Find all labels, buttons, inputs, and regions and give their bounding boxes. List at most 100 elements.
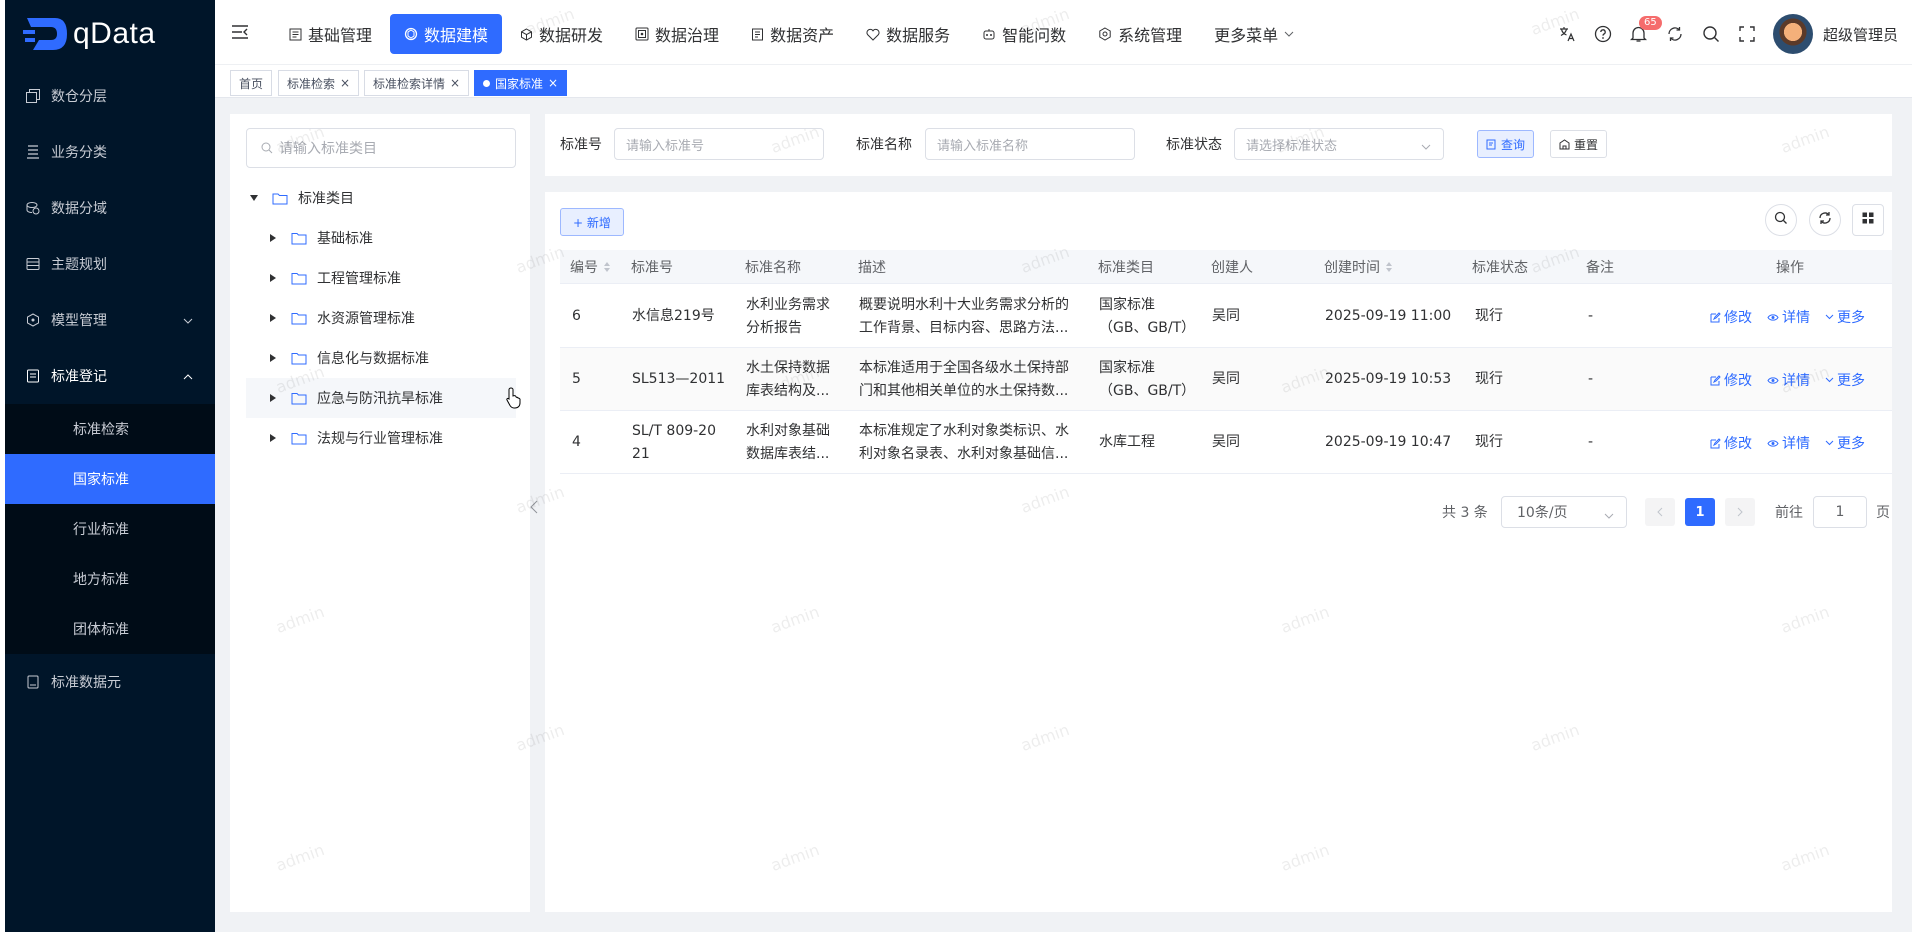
column-label: 备注 <box>1586 260 1614 276</box>
nav-data-governance[interactable]: 数据治理 <box>621 14 733 54</box>
nav-smart-query[interactable]: 智能问数 <box>968 14 1080 54</box>
edit-label: 修改 <box>1724 436 1752 452</box>
fullscreen-icon[interactable] <box>1729 16 1765 52</box>
nav-data-development[interactable]: 数据研发 <box>506 14 617 54</box>
folder-icon <box>291 392 307 405</box>
goto-page-input[interactable]: 1 <box>1813 496 1867 528</box>
table-row[interactable]: 6 水信息219号 水利业务需求分析报告 概要说明水利十大业务需求分析的工作背景… <box>560 285 1892 348</box>
nav-data-assets[interactable]: 数据资产 <box>737 14 848 54</box>
page-number-current[interactable]: 1 <box>1685 498 1715 526</box>
caret-right-icon[interactable] <box>265 433 281 443</box>
query-icon <box>1486 139 1497 150</box>
sort-icon[interactable] <box>1385 261 1393 273</box>
sidebar-item-business-category[interactable]: 业务分类 <box>5 124 215 180</box>
caret-right-icon[interactable] <box>265 313 281 323</box>
tree-node-basic-standard[interactable]: 基础标准 <box>265 218 516 258</box>
next-page-button[interactable] <box>1725 498 1755 526</box>
translate-icon[interactable] <box>1549 16 1585 52</box>
tree-node-regulation-standard[interactable]: 法规与行业管理标准 <box>265 418 516 458</box>
tree-search-input[interactable]: 请输入标准类目 <box>246 128 516 168</box>
code-input[interactable]: 请输入标准号 <box>614 128 824 160</box>
name-input[interactable]: 请输入标准名称 <box>925 128 1135 160</box>
caret-right-icon[interactable] <box>265 233 281 243</box>
sidebar-subitem-industry-standard[interactable]: 行业标准 <box>5 504 215 554</box>
detail-link[interactable]: 详情 <box>1767 370 1810 390</box>
notification-bell-icon[interactable]: 65 <box>1621 16 1662 52</box>
cell-creator: 吴同 <box>1212 371 1240 387</box>
edit-link[interactable]: 修改 <box>1710 370 1752 390</box>
add-button[interactable]: + 新增 <box>560 208 624 236</box>
username[interactable]: 超级管理员 <box>1823 24 1898 45</box>
chevron-down-icon <box>1825 440 1834 446</box>
column-header-id[interactable]: 编号 <box>570 250 611 284</box>
sidebar-item-model-management[interactable]: 模型管理 <box>5 292 215 348</box>
tree-node-water-resource-standard[interactable]: 水资源管理标准 <box>265 298 516 338</box>
chevron-down-icon <box>1825 314 1834 320</box>
table-row[interactable]: 4 SL/T 809-2021 水利对象基础数据库表结... 本标准规定了水利对… <box>560 411 1892 474</box>
caret-right-icon[interactable] <box>265 273 281 283</box>
close-icon[interactable]: × <box>340 76 350 90</box>
close-icon[interactable]: × <box>548 76 558 90</box>
table-row[interactable]: 5 SL513—2011 水土保持数据库表结构及... 本标准适用于全国各级水土… <box>560 348 1892 411</box>
query-button[interactable]: 查询 <box>1477 130 1535 158</box>
sidebar-subitem-national-standard[interactable]: 国家标准 <box>5 454 215 504</box>
chevron-down-icon <box>183 312 193 328</box>
sidebar-item-data-domain[interactable]: 数据分域 <box>5 180 215 236</box>
tree-node-emergency-standard[interactable]: 应急与防汛抗旱标准 <box>246 378 516 418</box>
edit-label: 修改 <box>1724 373 1752 389</box>
more-dropdown[interactable]: 更多 <box>1825 433 1865 453</box>
search-icon[interactable] <box>1693 16 1729 52</box>
sidebar-item-standard-registration[interactable]: 标准登记 <box>5 348 215 404</box>
caret-right-icon[interactable] <box>265 393 281 403</box>
cell-name: 水利业务需求分析报告 <box>746 285 841 348</box>
close-icon[interactable]: × <box>450 76 460 90</box>
reset-button[interactable]: 重置 <box>1550 130 1608 158</box>
sidebar-item-layers[interactable]: 数仓分层 <box>5 68 215 124</box>
nav-more-menu[interactable]: 更多菜单 <box>1200 14 1308 54</box>
eye-icon <box>1767 439 1779 448</box>
avatar[interactable] <box>1772 14 1813 54</box>
caret-right-icon[interactable] <box>265 353 281 363</box>
tab-standard-search-detail[interactable]: 标准检索详情 × <box>364 70 470 96</box>
sidebar-subitem-group-standard[interactable]: 团体标准 <box>5 604 215 654</box>
refresh-table-button[interactable] <box>1809 204 1841 236</box>
nav-system-management[interactable]: 系统管理 <box>1084 14 1196 54</box>
tree-node-engineering-standard[interactable]: 工程管理标准 <box>265 258 516 298</box>
more-dropdown[interactable]: 更多 <box>1825 370 1865 390</box>
active-dot-icon <box>483 79 490 87</box>
status-select[interactable]: 请选择标准状态 <box>1234 128 1444 160</box>
column-header-created-time[interactable]: 创建时间 <box>1324 250 1393 284</box>
sidebar-subitem-local-standard[interactable]: 地方标准 <box>5 554 215 604</box>
cell-status: 现行 <box>1475 371 1503 387</box>
columns-setting-button[interactable] <box>1852 204 1884 236</box>
menu-fold-icon[interactable] <box>231 24 249 44</box>
sort-icon[interactable] <box>603 261 611 273</box>
edit-link[interactable]: 修改 <box>1710 307 1752 327</box>
nav-data-modeling[interactable]: 数据建模 <box>390 14 503 54</box>
tab-standard-search[interactable]: 标准检索 × <box>278 70 360 96</box>
toggle-search-button[interactable] <box>1765 204 1797 236</box>
nav-data-services[interactable]: 数据服务 <box>852 14 964 54</box>
query-label: 查询 <box>1501 137 1526 152</box>
image-icon <box>635 27 649 41</box>
detail-link[interactable]: 详情 <box>1767 307 1810 327</box>
page-size-select[interactable]: 10条/页 <box>1501 496 1627 528</box>
tree-node-root[interactable]: 标准类目 <box>246 178 516 218</box>
edit-link[interactable]: 修改 <box>1710 433 1752 453</box>
caret-down-icon[interactable] <box>246 194 262 202</box>
logo[interactable]: qData <box>5 0 215 68</box>
tree-node-information-standard[interactable]: 信息化与数据标准 <box>265 338 516 378</box>
detail-link[interactable]: 详情 <box>1767 433 1810 453</box>
help-icon[interactable] <box>1585 16 1621 52</box>
nav-basic-management[interactable]: 基础管理 <box>275 14 386 54</box>
refresh-icon[interactable] <box>1657 16 1693 52</box>
prev-page-button[interactable] <box>1645 498 1675 526</box>
sidebar-subitem-standard-search[interactable]: 标准检索 <box>5 404 215 454</box>
more-dropdown[interactable]: 更多 <box>1825 307 1865 327</box>
filter-form: 标准号 请输入标准号 标准名称 请输入标准名称 标准状态 请选择标准状态 查询 … <box>545 114 1892 176</box>
sidebar-item-topic-planning[interactable]: 主题规划 <box>5 236 215 292</box>
tab-home[interactable]: 首页 <box>230 70 273 96</box>
collapse-panel-icon[interactable] <box>530 500 538 518</box>
sidebar-item-standard-data-element[interactable]: 标准数据元 <box>5 654 215 710</box>
tab-national-standard[interactable]: 国家标准 × <box>474 70 568 96</box>
